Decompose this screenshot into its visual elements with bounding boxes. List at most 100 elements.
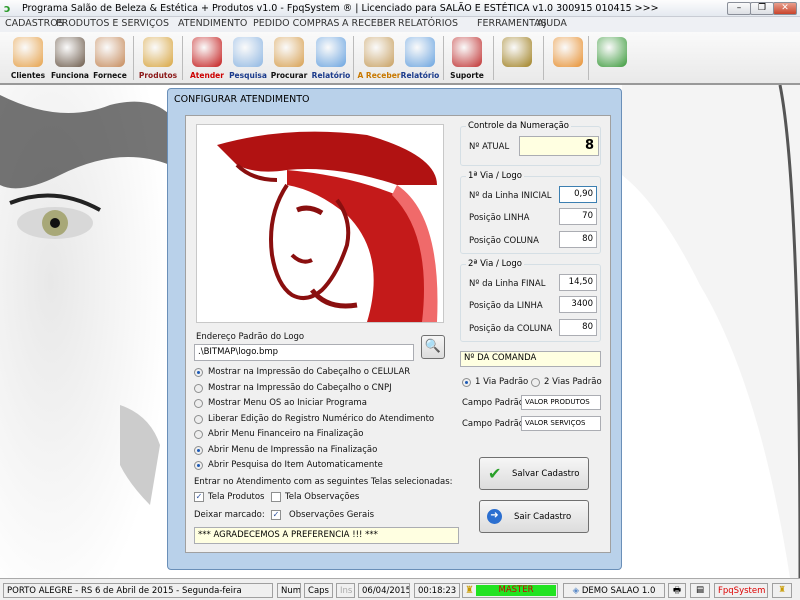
toolbar-button-produtos[interactable]: Produtos: [136, 35, 180, 83]
tela-observacoes-checkbox[interactable]: [271, 492, 281, 502]
network-status-icon[interactable]: ▤: [690, 583, 710, 598]
search-docs-icon: [233, 37, 263, 67]
toolbar-separator: [182, 36, 183, 80]
logo-path-input[interactable]: .\BITMAP\logo.bmp: [194, 344, 414, 361]
status-user-label: MASTER: [476, 585, 556, 596]
logo-preview: [196, 124, 444, 323]
minimize-button[interactable]: –: [727, 2, 751, 15]
browse-logo-button[interactable]: 🔍: [421, 335, 445, 359]
magnifier-icon: 🔍: [424, 339, 442, 354]
toolbar-label: A Receber: [357, 71, 401, 80]
menu-cadastros[interactable]: CADASTROS: [5, 18, 64, 29]
via1-linha-inicial-input[interactable]: 0,90: [559, 186, 597, 203]
toolbar-button-calculator[interactable]: [546, 35, 590, 83]
save-button-label: Salvar Cadastro: [512, 469, 580, 479]
via1-posicao-linha-label: Posição LINHA: [469, 213, 530, 223]
toolbar-button-fornece[interactable]: Fornece: [88, 35, 132, 83]
menu-atendimento[interactable]: ATENDIMENTO: [178, 18, 247, 29]
status-num: Num: [277, 583, 301, 598]
status-caps: Caps: [304, 583, 333, 598]
calculator-icon: [553, 37, 583, 67]
menu-a-receber[interactable]: A RECEBER: [342, 18, 396, 29]
via1-posicao-coluna-input[interactable]: 80: [559, 231, 597, 248]
toolbar-label: Fornece: [93, 71, 127, 80]
save-button[interactable]: ✔ Salvar Cadastro: [479, 457, 589, 490]
option-label: Abrir Menu Financeiro na Finalização: [208, 429, 364, 439]
close-button[interactable]: ✕: [773, 2, 797, 15]
screens-label: Entrar no Atendimento com as seguintes T…: [194, 477, 453, 487]
tela-produtos-label: Tela Produtos: [208, 492, 265, 502]
option-radio-0[interactable]: [194, 368, 203, 377]
keep-label: Deixar marcado:: [194, 510, 265, 520]
comanda-field[interactable]: Nº DA COMANDA: [460, 351, 601, 367]
toolbar-label: Procurar: [270, 71, 308, 80]
menu-produtos-servicos[interactable]: PRODUTOS E SERVIÇOS: [56, 18, 169, 29]
via2-linha-final-input[interactable]: 14,50: [559, 274, 597, 291]
window-title: Programa Salão de Beleza & Estética + Pr…: [22, 3, 659, 14]
via2-linha-final-label: Nº da Linha FINAL: [469, 279, 546, 289]
toolbar-button-clientes[interactable]: Clientes: [6, 35, 50, 83]
boxes-icon: [143, 37, 173, 67]
via2-posicao-coluna-label: Posição da COLUNA: [469, 324, 553, 334]
via2-padrao-radio[interactable]: [531, 378, 540, 387]
campo-padrao-2-input[interactable]: VALOR SERVIÇOS: [521, 416, 601, 431]
support-headset-icon: [452, 37, 482, 67]
user-status-icon[interactable]: ♜: [772, 583, 792, 598]
toolbar-button-coin[interactable]: [495, 35, 539, 83]
toolbar-button-relatório[interactable]: Relatório: [398, 35, 442, 83]
status-time: 00:18:23: [414, 583, 460, 598]
option-label: Liberar Edição do Registro Numérico do A…: [208, 413, 435, 424]
option-radio-4[interactable]: [194, 430, 203, 439]
toolbar-button-exit-door[interactable]: [590, 35, 634, 83]
coin-icon: [502, 37, 532, 67]
exit-button[interactable]: ➜ Sair Cadastro: [479, 500, 589, 533]
toolbar-label: Atender: [190, 71, 224, 80]
exit-door-icon: [597, 37, 627, 67]
printer-status-icon[interactable]: 🖶: [668, 583, 686, 598]
option-radio-2[interactable]: [194, 399, 203, 408]
title-bar: ↄ Programa Salão de Beleza & Estética + …: [0, 0, 800, 17]
option-label: Mostrar Menu OS ao Iniciar Programa: [208, 398, 367, 408]
option-radio-6[interactable]: [194, 461, 203, 470]
toolbar-button-atender[interactable]: Atender: [185, 35, 229, 83]
via1-posicao-linha-input[interactable]: 70: [559, 208, 597, 225]
via2-posicao-linha-input[interactable]: 3400: [559, 296, 597, 313]
numero-atual-field[interactable]: 8: [519, 136, 599, 156]
tela-observacoes-label: Tela Observações: [285, 492, 360, 502]
woman-logo-icon: [192, 37, 222, 67]
toolbar-label: Clientes: [10, 71, 46, 80]
toolbar-label: Suporte: [450, 71, 484, 80]
clients-icon: [13, 37, 43, 67]
logo-path-label: Endereço Padrão do Logo: [196, 332, 305, 342]
campo-padrao-label-2: Campo Padrão: [462, 419, 524, 429]
via1-group: 1ª Via / Logo Nº da Linha INICIAL 0,90 P…: [460, 171, 601, 254]
via1-padrao-radio[interactable]: [462, 378, 471, 387]
via2-posicao-coluna-input[interactable]: 80: [559, 319, 597, 336]
toolbar-button-a-receber[interactable]: A Receber: [357, 35, 401, 83]
campo-padrao-1-input[interactable]: VALOR PRODUTOS: [521, 395, 601, 410]
option-radio-3[interactable]: [194, 414, 203, 424]
toolbar-button-funciona[interactable]: Funciona: [48, 35, 92, 83]
status-version-label: DEMO SALAO 1.0: [581, 586, 656, 596]
menu-pedido-compras[interactable]: PEDIDO COMPRAS: [253, 18, 339, 29]
via2-padrao-label: 2 Vias Padrão: [544, 377, 602, 387]
toolbar-button-relatório[interactable]: Relatório: [309, 35, 353, 83]
numero-atual-label: Nº ATUAL: [469, 142, 510, 152]
menu-relatorios[interactable]: RELATÓRIOS: [398, 18, 458, 29]
tela-produtos-checkbox[interactable]: ✓: [194, 492, 204, 502]
observacoes-gerais-checkbox[interactable]: ✓: [271, 510, 281, 520]
status-brand: FpqSystem: [714, 583, 768, 598]
toolbar-label: Produtos: [138, 71, 178, 80]
printer-icon: [405, 37, 435, 67]
toolbar-button-suporte[interactable]: Suporte: [445, 35, 489, 83]
employees-icon: [55, 37, 85, 67]
footer-message-input[interactable]: *** AGRADECEMOS A PREFERENCIA !!! ***: [194, 527, 459, 544]
toolbar-button-pesquisa[interactable]: Pesquisa: [226, 35, 270, 83]
restore-button[interactable]: ❐: [750, 2, 774, 15]
option-radio-1[interactable]: [194, 383, 203, 393]
toolbar: Clientes Funciona Fornece Produtos Atender Pe…: [0, 32, 800, 85]
toolbar-button-procurar[interactable]: Procurar: [267, 35, 311, 83]
option-radio-5[interactable]: [194, 445, 203, 455]
via2-title: 2ª Via / Logo: [466, 259, 524, 269]
menu-ajuda[interactable]: AJUDA: [537, 18, 567, 29]
